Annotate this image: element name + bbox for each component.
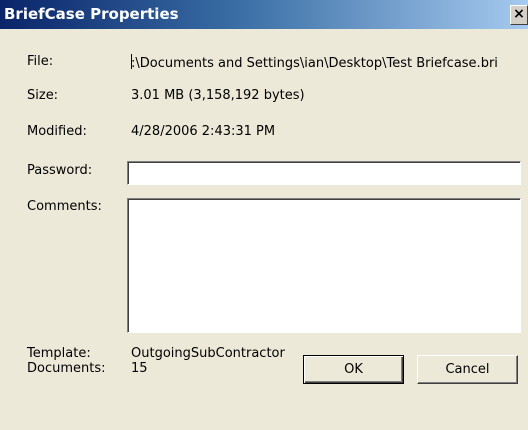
template-label: Template: (27, 346, 91, 361)
cancel-button[interactable]: Cancel (417, 355, 518, 384)
modified-value: 4/28/2006 2:43:31 PM (131, 124, 276, 139)
properties-dialog: BriefCase Properties × File: :\Documents… (0, 0, 528, 430)
close-button[interactable]: × (510, 5, 528, 25)
comments-textarea[interactable] (127, 198, 521, 333)
modified-label: Modified: (27, 124, 87, 139)
title-bar[interactable]: BriefCase Properties × (0, 0, 528, 29)
size-label: Size: (27, 88, 59, 103)
size-value: 3.01 MB (3,158,192 bytes) (131, 88, 305, 103)
template-value: OutgoingSubContractor (131, 346, 285, 361)
file-label: File: (27, 54, 54, 69)
comments-label: Comments: (27, 199, 102, 214)
file-path-value: :\Documents and Settings\ian\Desktop\Tes… (131, 54, 524, 71)
file-path-text: :\Documents and Settings\ian\Desktop\Tes… (131, 56, 498, 71)
password-input[interactable] (127, 161, 521, 185)
documents-count: 15 (131, 361, 148, 376)
dialog-title: BriefCase Properties (4, 5, 179, 23)
ok-button[interactable]: OK (303, 355, 404, 384)
documents-label: Documents: (27, 361, 106, 376)
close-icon: × (513, 6, 525, 22)
password-label: Password: (27, 163, 93, 178)
